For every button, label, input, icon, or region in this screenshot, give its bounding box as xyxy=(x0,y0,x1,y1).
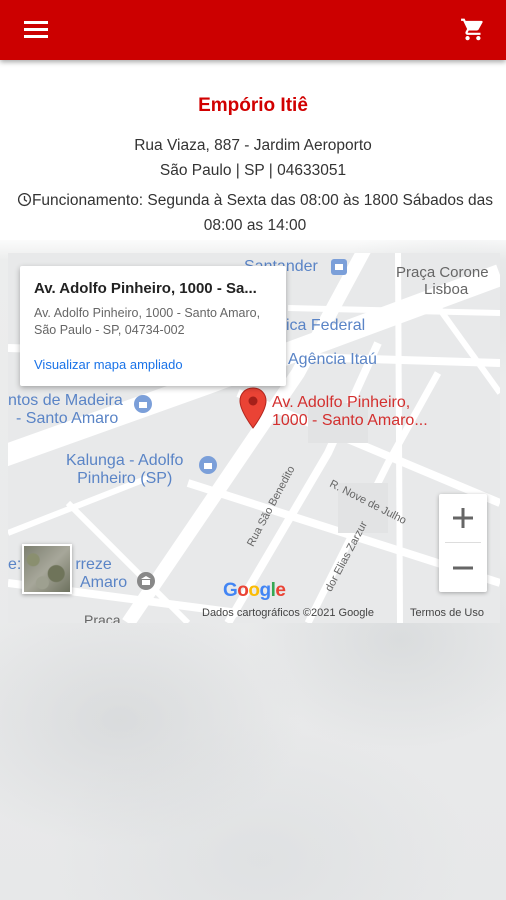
store-address-city: São Paulo | SP | 04633051 xyxy=(159,162,347,179)
map-label-pin: Av. Adolfo Pinheiro, 1000 - Santo Amaro.… xyxy=(272,394,428,430)
terms-of-use-link[interactable]: Termos de Uso xyxy=(410,607,484,619)
clock-icon xyxy=(17,192,32,207)
zoom-in-button[interactable] xyxy=(439,494,487,542)
satellite-view-toggle[interactable] xyxy=(22,544,72,594)
map-label-pin-line1: Av. Adolfo Pinheiro, xyxy=(272,394,411,411)
map-label-madeira-line1: ntos de Madeira xyxy=(8,392,123,409)
bank-icon-santander xyxy=(331,259,347,275)
map-label-madeira-line2: - Santo Amaro xyxy=(16,410,119,427)
zoom-controls xyxy=(439,494,487,592)
zoom-separator xyxy=(445,542,481,543)
plus-icon xyxy=(453,508,473,528)
view-larger-map-link[interactable]: Visualizar mapa ampliado xyxy=(34,357,183,372)
bank-icon-treze xyxy=(137,572,155,590)
store-name: Empório Itiê xyxy=(198,95,308,116)
map-label-pin-line2: 1000 - Santo Amaro... xyxy=(272,412,428,429)
map-attribution: Dados cartográficos ©2021 Google Termos … xyxy=(200,606,500,622)
map-label-kalunga: Kalunga - Adolfo Pinheiro (SP) xyxy=(66,452,183,488)
map-label-praca-coronel: Praça Corone Lisboa xyxy=(396,264,489,298)
map-label-kalunga-line2: Pinheiro (SP) xyxy=(77,470,173,487)
google-logo: Google xyxy=(223,580,286,601)
store-hours-text: Funcionamento: Segunda à Sexta das 08:00… xyxy=(31,192,494,234)
shopping-bag-icon-kalunga xyxy=(199,456,217,474)
map-label-kalunga-line1: Kalunga - Adolfo xyxy=(66,452,184,469)
app-header xyxy=(0,0,506,60)
map-label-madeira: ntos de Madeira - Santo Amaro xyxy=(8,392,123,428)
shopping-cart-icon xyxy=(461,18,483,41)
hamburger-menu-icon xyxy=(24,21,48,38)
info-card-address: Av. Adolfo Pinheiro, 1000 - Santo Amaro,… xyxy=(34,306,261,337)
map-label-praca-bottom: Praça xyxy=(84,612,121,623)
shopping-bag-icon-madeira xyxy=(134,395,152,413)
map-label-itau: Agência Itaú xyxy=(288,351,377,368)
map-data-attribution: Dados cartográficos ©2021 Google xyxy=(202,607,374,619)
map-info-card: Av. Adolfo Pinheiro, 1000 - Sa... Av. Ad… xyxy=(20,266,286,386)
map-label-caixa: ica Federal xyxy=(286,317,366,334)
cart-button[interactable] xyxy=(452,12,492,48)
map-label-praca-coronel-line1: Praça Corone xyxy=(396,264,489,281)
store-address-street: Rua Viaza, 887 - Jardim Aeroporto xyxy=(134,137,372,154)
store-hours: Funcionamento: Segunda à Sexta das 08:00… xyxy=(8,188,502,238)
menu-button[interactable] xyxy=(14,15,58,45)
info-card-title: Av. Adolfo Pinheiro, 1000 - Sa... xyxy=(34,280,257,297)
minus-icon xyxy=(453,566,473,570)
zoom-out-button[interactable] xyxy=(439,544,487,592)
map-label-praca-coronel-line2: Lisboa xyxy=(424,281,469,298)
location-pin-icon[interactable] xyxy=(238,386,268,430)
